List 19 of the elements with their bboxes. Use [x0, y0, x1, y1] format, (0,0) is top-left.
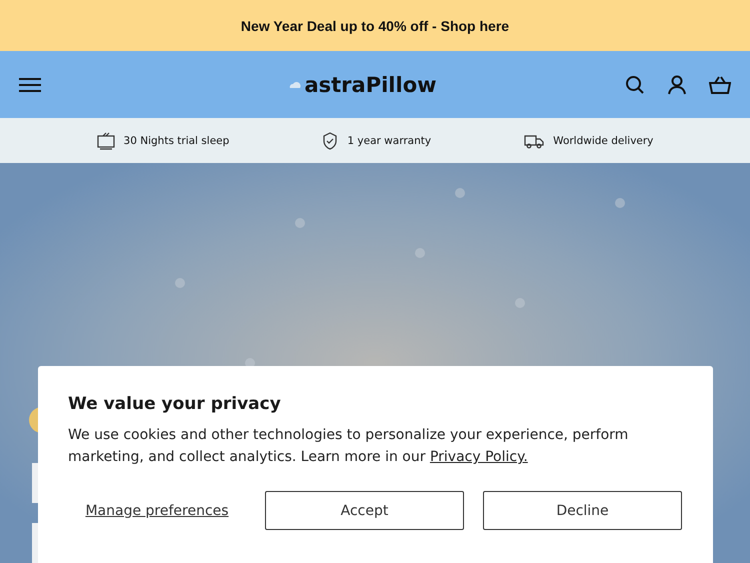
feature-label: 30 Nights trial sleep [124, 134, 230, 146]
feature-label: Worldwide delivery [553, 134, 654, 146]
decline-button[interactable]: Decline [483, 491, 682, 530]
feature-label: 1 year warranty [347, 134, 432, 146]
account-icon[interactable] [667, 74, 687, 94]
basket-icon[interactable] [709, 74, 731, 94]
shield-check-icon [322, 132, 338, 150]
tv-icon [96, 132, 115, 150]
menu-icon[interactable] [19, 76, 41, 92]
manage-preferences-link[interactable]: Manage preferences [68, 502, 246, 518]
dialog-text: We use cookies and other technologies to personalize your experience, perform marketing, and collect analytics. Learn more in our Privacy Policy. [68, 426, 630, 467]
search-icon[interactable] [625, 74, 645, 94]
logo[interactable]: astraPillow [304, 72, 437, 96]
accept-button[interactable]: Accept [265, 491, 464, 530]
dialog-title: We value your privacy [68, 394, 282, 414]
cloud-icon [289, 81, 302, 88]
announcement-link[interactable]: New Year Deal up to 40% off - Shop here [240, 18, 510, 34]
privacy-policy-link[interactable]: Privacy Policy. [430, 449, 528, 465]
truck-icon [524, 132, 544, 148]
